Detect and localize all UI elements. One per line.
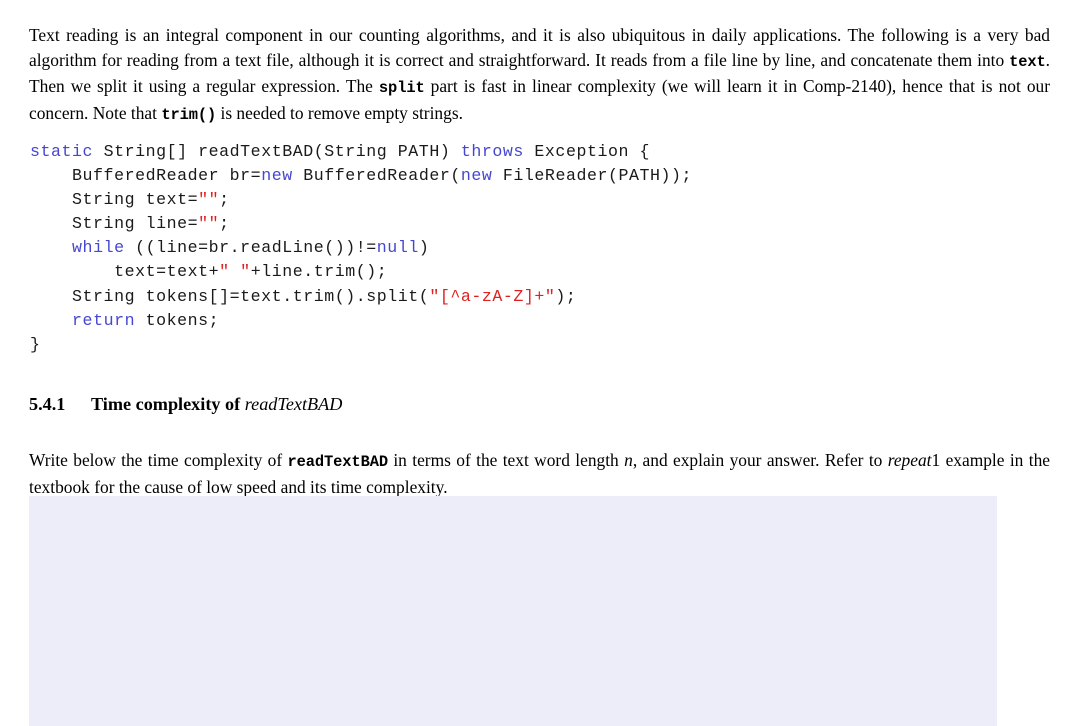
code-line: String tokens[]=text.trim().split("[^a-z…	[30, 285, 692, 309]
subsection-title-prefix: Time complexity of	[91, 394, 245, 414]
question-paragraph: Write below the time complexity of readT…	[29, 448, 1050, 499]
code-token-keyword: new	[261, 166, 293, 186]
code-line: }	[30, 333, 692, 357]
code-token-string: "[^a-zA-Z]+"	[429, 286, 556, 306]
code-token-plain: Exception {	[523, 142, 651, 161]
subsection-heading: 5.4.1 Time complexity of readTextBAD	[29, 394, 342, 415]
code-token-keyword: new	[460, 166, 493, 186]
inline-code-text: text	[1009, 52, 1046, 71]
code-token-keyword: null	[376, 238, 419, 258]
code-token-keyword: return	[72, 310, 136, 330]
math-variable-n: n	[624, 450, 633, 471]
code-token-plain: String tokens[]=text.trim().split(	[30, 286, 430, 306]
code-line: String text="";	[30, 188, 692, 212]
code-token-keyword: while	[72, 238, 125, 258]
code-line: String line="";	[30, 212, 692, 236]
intro-paragraph: Text reading is an integral component in…	[29, 23, 1050, 127]
code-line: while ((line=br.readLine())!=null)	[30, 236, 692, 260]
inline-code-trim: trim()	[161, 105, 217, 124]
code-token-string: ""	[198, 190, 220, 210]
code-token-keyword: throws	[460, 142, 524, 161]
code-token-plain: )	[418, 238, 430, 258]
code-token-plain: tokens;	[135, 310, 220, 330]
code-token-plain: String[] readTextBAD(String PATH)	[93, 142, 461, 161]
question-text-segment-1: Write below the time complexity of	[29, 450, 288, 471]
code-line: static String[] readTextBAD(String PATH)…	[30, 140, 692, 164]
answer-input-box[interactable]	[29, 496, 997, 726]
code-token-plain: ;	[219, 214, 230, 234]
code-token-plain: FileReader(PATH));	[492, 166, 693, 186]
code-line: text=text+" "+line.trim();	[30, 260, 692, 284]
subsection-title-math: readTextBAD	[244, 394, 343, 414]
code-token-plain: +line.trim();	[250, 262, 388, 282]
subsection-number: 5.4.1	[29, 394, 66, 414]
code-token-plain: BufferedReader br=	[30, 166, 262, 186]
code-token-plain: text=text+	[30, 262, 220, 282]
code-token-string: " "	[219, 262, 251, 282]
code-token-string: ""	[198, 214, 220, 234]
code-token-keyword: static	[30, 142, 94, 161]
intro-text-segment-1: Text reading is an integral component in…	[29, 25, 1050, 70]
code-line: return tokens;	[30, 309, 692, 333]
code-token-plain: String line=	[30, 214, 199, 234]
inline-code-readtextbad: readTextBAD	[287, 453, 388, 472]
java-code-listing: static String[] readTextBAD(String PATH)…	[30, 140, 692, 357]
question-text-segment-2: in terms of the text word length	[387, 450, 625, 471]
code-line: BufferedReader br=new BufferedReader(new…	[30, 164, 692, 188]
document-page: Text reading is an integral component in…	[0, 0, 1077, 726]
question-text-segment-3: , and explain your answer. Refer to	[632, 450, 888, 471]
code-token-plain: );	[555, 286, 577, 306]
inline-code-split: split	[378, 79, 425, 98]
math-variable-repeat: repeat	[887, 450, 932, 471]
code-token-plain: ((line=br.readLine())!=	[124, 238, 377, 258]
code-token-plain: ;	[219, 190, 230, 210]
code-token-plain: BufferedReader(	[292, 166, 461, 186]
code-token-plain: }	[30, 334, 41, 354]
intro-text-segment-4: is needed to remove empty strings.	[216, 102, 463, 123]
code-token-plain: String text=	[30, 190, 199, 210]
